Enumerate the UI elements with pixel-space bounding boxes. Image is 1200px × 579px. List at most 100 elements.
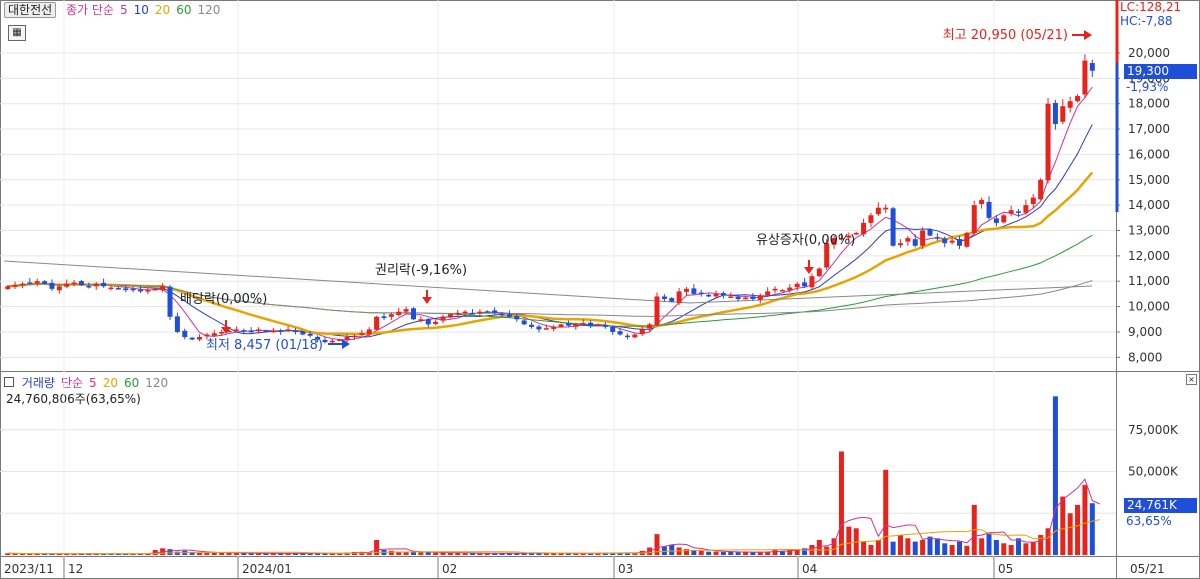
y-tick-label: 13,000 xyxy=(1128,224,1170,238)
candle-body xyxy=(49,282,55,289)
y-tick-label: 14,000 xyxy=(1128,198,1170,212)
x-tick-label: 2023/11 xyxy=(4,562,54,576)
x-tick-label: 05/21 xyxy=(1130,562,1165,576)
volume-bar xyxy=(728,551,734,555)
volume-bar xyxy=(433,552,439,555)
candle-body xyxy=(27,282,33,284)
candle-body xyxy=(986,201,992,218)
rights-ex-annotation: 권리락(-9,16%) xyxy=(375,263,467,278)
candle-body xyxy=(676,291,682,303)
ma120-trend-line xyxy=(3,260,1093,304)
candle-body xyxy=(521,320,527,325)
candle-body xyxy=(359,333,365,336)
y-tick-label: 12,000 xyxy=(1128,249,1170,263)
price-volume-chart: 8,000 9,000 10,000 11,000 12,000 13,000 14,000… xyxy=(0,0,1200,579)
candle-body xyxy=(573,324,579,327)
volume-bar xyxy=(1089,503,1095,555)
candle-body xyxy=(425,319,431,325)
candle-body xyxy=(462,311,468,314)
candle-body xyxy=(794,283,800,288)
candle-body xyxy=(875,207,881,215)
capital-increase-arrow-head xyxy=(804,267,814,274)
candle-body xyxy=(610,326,616,332)
volume-bar xyxy=(411,552,416,555)
candle-body xyxy=(455,312,461,315)
volume-bar xyxy=(219,552,225,555)
candle-body xyxy=(484,311,490,313)
volume-bar xyxy=(425,552,431,555)
candle-body xyxy=(890,208,896,246)
volume-bar xyxy=(720,551,726,555)
candle-body xyxy=(1008,210,1014,214)
candle-body xyxy=(1038,179,1044,200)
candle-body xyxy=(138,289,143,292)
candle-body xyxy=(108,287,114,290)
candle-body xyxy=(912,239,918,246)
candle-body xyxy=(735,296,741,299)
candle-body xyxy=(300,331,306,335)
x-tick-label: 05 xyxy=(998,562,1013,576)
volume-bar xyxy=(1008,544,1014,555)
candle-body xyxy=(558,324,564,327)
candle-body xyxy=(374,316,380,330)
candle-body xyxy=(580,323,586,325)
panel-close-icon[interactable]: × xyxy=(1186,374,1197,385)
candle-body xyxy=(351,335,357,338)
price-change: -1,93% xyxy=(1126,80,1169,94)
candle-body xyxy=(322,339,328,343)
volume-bar xyxy=(1030,541,1036,555)
volume-bar xyxy=(861,541,867,555)
candle-body xyxy=(5,286,11,290)
candle-body xyxy=(632,334,638,338)
volume-bar xyxy=(1082,484,1088,555)
x-tick-label: 04 xyxy=(802,562,817,576)
candle-body xyxy=(499,313,505,316)
candle-body xyxy=(71,282,77,284)
candle-body xyxy=(344,337,350,341)
candle-body xyxy=(337,339,343,342)
volume-bar xyxy=(875,539,881,555)
volume-bar xyxy=(233,553,239,555)
candle-body xyxy=(787,287,793,291)
candle-body xyxy=(42,281,48,284)
volume-bar xyxy=(713,551,719,555)
candle-body xyxy=(1052,102,1058,124)
y-tick-label: 17,000 xyxy=(1128,122,1170,136)
candle-body xyxy=(624,335,630,338)
rights-ex-arrow-head xyxy=(422,297,432,304)
y-tick-label: 18,000 xyxy=(1128,97,1170,111)
x-tick-label: 2024/01 xyxy=(242,562,292,576)
volume-bar xyxy=(890,541,896,555)
volume-bar xyxy=(440,552,446,555)
volume-tick-label: 50,000K xyxy=(1128,465,1179,479)
volume-bar xyxy=(868,544,874,555)
candle-body xyxy=(920,230,926,246)
candle-body xyxy=(447,314,453,318)
volume-bar xyxy=(698,550,704,555)
low-arrow-head xyxy=(342,339,350,349)
volume-bar xyxy=(824,546,830,555)
candle-body xyxy=(816,268,822,277)
candle-body xyxy=(1089,63,1095,71)
volume-bar xyxy=(1075,504,1081,555)
candle-body xyxy=(263,330,269,333)
candle-body xyxy=(669,298,675,302)
candle-body xyxy=(698,292,704,295)
y-tick-label: 10,000 xyxy=(1128,300,1170,314)
candle-body xyxy=(433,321,439,324)
candle-body xyxy=(595,324,601,326)
candle-body xyxy=(381,316,387,319)
candle-body xyxy=(993,218,999,223)
candle-body xyxy=(551,326,557,329)
candle-body xyxy=(388,314,394,317)
candle-body xyxy=(1075,96,1081,102)
candle-body xyxy=(802,282,808,287)
candle-body xyxy=(1045,103,1051,181)
candle-body xyxy=(905,238,911,242)
candle-body xyxy=(182,330,188,338)
volume-bar xyxy=(993,539,999,555)
candle-body xyxy=(971,205,977,234)
candle-body xyxy=(1030,197,1036,204)
candle-body xyxy=(1082,60,1088,95)
candle-body xyxy=(1001,215,1007,223)
